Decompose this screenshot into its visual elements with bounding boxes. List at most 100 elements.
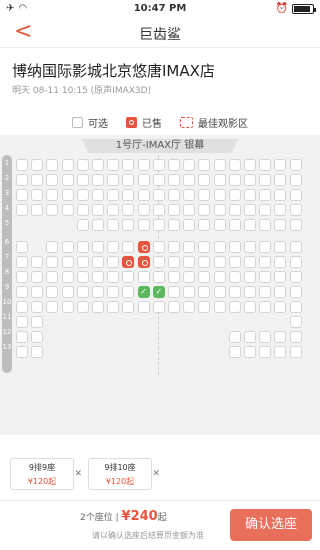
seat[interactable] — [46, 174, 59, 186]
seat[interactable] — [244, 204, 256, 216]
seat[interactable] — [244, 301, 256, 313]
seat[interactable] — [16, 271, 28, 283]
seat[interactable] — [289, 286, 302, 298]
seat[interactable] — [31, 316, 44, 328]
seat[interactable] — [92, 219, 104, 231]
seat[interactable] — [107, 241, 120, 253]
seat[interactable] — [152, 241, 165, 253]
seat[interactable] — [16, 316, 28, 328]
seat[interactable] — [259, 286, 272, 298]
seat[interactable] — [274, 204, 287, 216]
seat[interactable] — [259, 346, 272, 358]
seat[interactable] — [244, 241, 256, 253]
seat[interactable] — [198, 189, 211, 201]
seat[interactable] — [107, 256, 120, 268]
seat[interactable] — [259, 331, 272, 343]
seat[interactable] — [61, 204, 74, 216]
seat[interactable] — [289, 159, 302, 171]
seat[interactable] — [244, 346, 256, 358]
seat[interactable] — [168, 204, 180, 216]
seat[interactable] — [213, 256, 226, 268]
seat[interactable] — [213, 204, 226, 216]
seat[interactable] — [122, 204, 135, 216]
seat[interactable] — [274, 219, 287, 231]
seat[interactable] — [198, 174, 211, 186]
seat[interactable] — [274, 189, 287, 201]
seat[interactable] — [183, 219, 196, 231]
seat[interactable] — [228, 174, 241, 186]
seat[interactable] — [16, 256, 28, 268]
seat[interactable] — [76, 256, 89, 268]
seat[interactable] — [244, 189, 256, 201]
seat[interactable] — [198, 301, 211, 313]
seat[interactable] — [259, 256, 272, 268]
seat[interactable] — [46, 189, 59, 201]
seat[interactable] — [92, 286, 104, 298]
seat[interactable] — [16, 331, 28, 343]
seat[interactable] — [198, 241, 211, 253]
seat[interactable] — [152, 174, 165, 186]
confirm-button[interactable]: 确认选座 — [230, 509, 312, 541]
seat[interactable] — [228, 346, 241, 358]
seat[interactable] — [107, 189, 120, 201]
seat[interactable] — [213, 301, 226, 313]
seat[interactable] — [183, 241, 196, 253]
seat[interactable] — [228, 286, 241, 298]
seat[interactable] — [289, 316, 302, 328]
seat[interactable] — [274, 286, 287, 298]
seat[interactable] — [259, 174, 272, 186]
seat[interactable] — [122, 241, 135, 253]
seat[interactable] — [92, 204, 104, 216]
seat[interactable] — [152, 219, 165, 231]
seat[interactable] — [31, 174, 44, 186]
seat[interactable] — [168, 271, 180, 283]
seat[interactable] — [198, 204, 211, 216]
seat[interactable] — [31, 256, 44, 268]
seat[interactable] — [168, 286, 180, 298]
seat[interactable] — [76, 286, 89, 298]
seat[interactable] — [213, 219, 226, 231]
seat[interactable] — [61, 174, 74, 186]
seat[interactable] — [16, 286, 28, 298]
seat[interactable] — [228, 219, 241, 231]
seat[interactable] — [16, 159, 28, 171]
seat[interactable] — [274, 256, 287, 268]
seat[interactable] — [152, 204, 165, 216]
seat[interactable] — [168, 189, 180, 201]
seat[interactable] — [289, 189, 302, 201]
seat[interactable] — [46, 256, 59, 268]
seat[interactable] — [244, 219, 256, 231]
seat[interactable] — [31, 286, 44, 298]
seat[interactable] — [122, 219, 135, 231]
seat[interactable] — [61, 159, 74, 171]
seat[interactable] — [274, 346, 287, 358]
seat[interactable] — [259, 189, 272, 201]
seat[interactable] — [168, 174, 180, 186]
seat[interactable] — [289, 271, 302, 283]
seat[interactable] — [259, 271, 272, 283]
seat[interactable] — [92, 189, 104, 201]
seat[interactable] — [137, 189, 150, 201]
seat[interactable] — [46, 301, 59, 313]
seat[interactable] — [46, 159, 59, 171]
seat[interactable] — [61, 286, 74, 298]
seat[interactable] — [244, 331, 256, 343]
seat[interactable] — [46, 271, 59, 283]
seat[interactable] — [289, 331, 302, 343]
seat[interactable] — [107, 286, 120, 298]
seat[interactable] — [228, 159, 241, 171]
seat[interactable] — [244, 271, 256, 283]
seat[interactable] — [122, 174, 135, 186]
seat[interactable] — [76, 271, 89, 283]
seat[interactable] — [228, 271, 241, 283]
seat[interactable] — [274, 271, 287, 283]
seat[interactable] — [46, 204, 59, 216]
seat[interactable] — [31, 346, 44, 358]
seat[interactable] — [16, 241, 28, 253]
remove-ticket-icon[interactable]: ✕ — [74, 469, 82, 479]
seat[interactable] — [228, 241, 241, 253]
seat[interactable] — [274, 301, 287, 313]
seat[interactable] — [228, 189, 241, 201]
seat[interactable] — [183, 256, 196, 268]
seat[interactable] — [61, 241, 74, 253]
